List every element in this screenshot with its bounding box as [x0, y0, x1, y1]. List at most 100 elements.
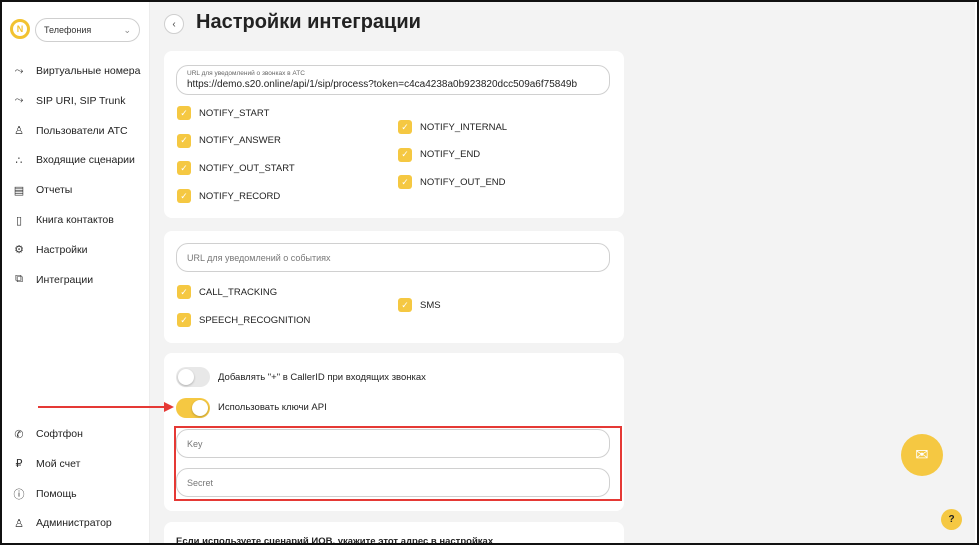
events-url-placeholder: URL для уведомлений о событиях	[187, 253, 331, 263]
wallet-icon: ₽	[15, 458, 23, 471]
sidebar-item[interactable]: ♙ Пользователи АТС	[12, 121, 128, 141]
checkmark-icon: ✓	[398, 147, 412, 162]
integrations-icon: ⧉	[15, 273, 23, 286]
ivr-hint-text: Если используете сценарий ИОВ, укажите э…	[176, 536, 494, 545]
sidebar: N Телефония ⌄ ⤳ Виртуальные номера ⤳ SIP UR…	[2, 2, 150, 543]
sidebar-item[interactable]: ⤳ Виртуальные номера	[12, 61, 141, 81]
sidebar-item[interactable]: ♙ Администратор	[12, 513, 112, 533]
phone-routing-icon: ⤳	[14, 64, 24, 77]
checkbox[interactable]: ✓ NOTIFY_INTERNAL	[398, 120, 507, 134]
phone-icon: ✆	[14, 428, 24, 441]
api-key-placeholder: Key	[187, 439, 203, 449]
checkmark-icon: ✓	[177, 189, 191, 204]
checkbox[interactable]: ✓ NOTIFY_START	[177, 106, 269, 120]
api-settings-card: Добавлять "+" в CallerID при входящих зв…	[164, 353, 624, 511]
checkbox-label: NOTIFY_RECORD	[199, 190, 281, 202]
gear-icon: ⚙	[14, 244, 24, 257]
sidebar-item-label: Виртуальные номера	[36, 65, 141, 77]
sidebar-item[interactable]: ▤ Отчеты	[12, 180, 73, 200]
sidebar-item-label: Администратор	[36, 517, 112, 530]
chevron-left-icon: ‹	[172, 18, 176, 30]
sidebar-item-label: Помощь	[36, 487, 77, 500]
checkbox-label: CALL_TRACKING	[199, 286, 278, 298]
api-key-input[interactable]: Key	[176, 429, 610, 458]
checkbox-label: NOTIFY_OUT_END	[420, 176, 506, 188]
sidebar-item[interactable]: ₽ Мой счет	[12, 454, 81, 474]
checkbox[interactable]: ✓ NOTIFY_ANSWER	[177, 133, 281, 148]
help-button[interactable]: ?	[941, 509, 962, 530]
sidebar-item-label: Интеграции	[36, 273, 94, 286]
checkbox-label: SMS	[420, 299, 441, 311]
chat-icon: ✉	[915, 447, 929, 464]
annotation-arrow-line	[38, 406, 166, 408]
callerid-plus-toggle[interactable]	[176, 367, 210, 387]
sidebar-item[interactable]: ⓘ Помощь	[12, 484, 77, 504]
annotation-arrow-head	[164, 402, 174, 412]
events-url-field[interactable]: URL для уведомлений о событиях	[176, 243, 610, 272]
sidebar-item-label: Отчеты	[36, 184, 73, 197]
api-secret-input[interactable]: Secret	[176, 468, 610, 497]
sidebar-item[interactable]: ✆ Софтфон	[12, 424, 83, 444]
checkmark-icon: ✓	[177, 285, 191, 299]
checkmark-icon: ✓	[398, 120, 412, 134]
checkbox[interactable]: ✓ SMS	[398, 298, 441, 312]
callerid-plus-label: Добавлять "+" в CallerID при входящих зв…	[218, 372, 426, 383]
checkmark-icon: ✓	[398, 175, 412, 190]
sip-icon: ⤳	[14, 94, 24, 107]
sidebar-item[interactable]: ▯ Книга контактов	[12, 210, 114, 230]
page-title: Настройки интеграции	[196, 11, 421, 33]
sidebar-item-label: Входящие сценарии	[36, 154, 135, 167]
checkbox-label: NOTIFY_END	[420, 149, 481, 161]
logo-icon: N	[10, 19, 30, 39]
contacts-book-icon: ▯	[15, 214, 23, 227]
toggle-knob	[192, 400, 208, 416]
main-content: ‹ Настройки интеграции URL для уведомлен…	[150, 2, 975, 543]
checkbox[interactable]: ✓ NOTIFY_OUT_START	[177, 161, 295, 176]
api-keys-label: Использовать ключи API	[218, 402, 327, 413]
sidebar-item-label: SIP URI, SIP Trunk	[36, 94, 126, 107]
section-select-value: Телефония	[44, 25, 92, 35]
section-select[interactable]: Телефония ⌄	[35, 18, 140, 42]
checkbox[interactable]: ✓ NOTIFY_RECORD	[177, 189, 281, 204]
help-icon: ⓘ	[13, 488, 25, 501]
sidebar-item-label: Книга контактов	[36, 214, 114, 226]
calls-url-label: URL для уведомлений о звонках в АТС	[187, 70, 305, 77]
checkbox-label: NOTIFY_ANSWER	[199, 135, 281, 147]
sidebar-item-label: Мой счет	[36, 457, 81, 470]
question-icon: ?	[948, 514, 955, 525]
sidebar-item-label: Софтфон	[36, 428, 83, 440]
sidebar-item-label: Настройки	[36, 243, 88, 256]
sidebar-item[interactable]: ⚙ Настройки	[12, 240, 88, 260]
checkmark-icon: ✓	[177, 133, 191, 148]
events-notifications-card: URL для уведомлений о событиях ✓ CALL_TRA…	[164, 231, 624, 343]
toggle-knob	[178, 369, 194, 385]
calls-url-value: https://demo.s20.online/api/1/sip/proces…	[187, 79, 578, 90]
checkmark-icon: ✓	[398, 298, 412, 312]
sidebar-item[interactable]: ⧉ Интеграции	[12, 270, 93, 290]
calls-notifications-card: URL для уведомлений о звонках в АТС http…	[164, 51, 624, 218]
user-icon: ♙	[14, 125, 24, 138]
calls-url-field[interactable]: URL для уведомлений о звонках в АТС http…	[176, 65, 610, 95]
checkbox[interactable]: ✓ SPEECH_RECOGNITION	[177, 313, 310, 327]
api-secret-placeholder: Secret	[187, 478, 214, 488]
back-button[interactable]: ‹	[164, 14, 184, 34]
checkmark-icon: ✓	[177, 106, 191, 120]
checkmark-icon: ✓	[177, 313, 191, 327]
sidebar-item[interactable]: ⤳ SIP URI, SIP Trunk	[12, 91, 126, 111]
checkbox[interactable]: ✓ CALL_TRACKING	[177, 285, 277, 299]
checkbox[interactable]: ✓ NOTIFY_END	[398, 147, 481, 162]
checkbox-label: NOTIFY_OUT_START	[199, 162, 295, 174]
checkmark-icon: ✓	[177, 161, 191, 176]
report-icon: ▤	[13, 184, 25, 197]
checkbox-label: SPEECH_RECOGNITION	[199, 314, 311, 326]
api-keys-toggle[interactable]	[176, 398, 210, 418]
chevron-down-icon: ⌄	[123, 24, 131, 35]
scenario-icon: ∴	[15, 154, 23, 167]
sidebar-item-label: Пользователи АТС	[36, 124, 128, 137]
admin-icon: ♙	[14, 517, 24, 530]
checkbox-label: NOTIFY_START	[199, 107, 270, 119]
checkbox-label: NOTIFY_INTERNAL	[420, 121, 508, 133]
sidebar-item[interactable]: ∴ Входящие сценарии	[12, 150, 135, 170]
chat-button[interactable]: ✉	[901, 434, 943, 476]
checkbox[interactable]: ✓ NOTIFY_OUT_END	[398, 175, 506, 190]
